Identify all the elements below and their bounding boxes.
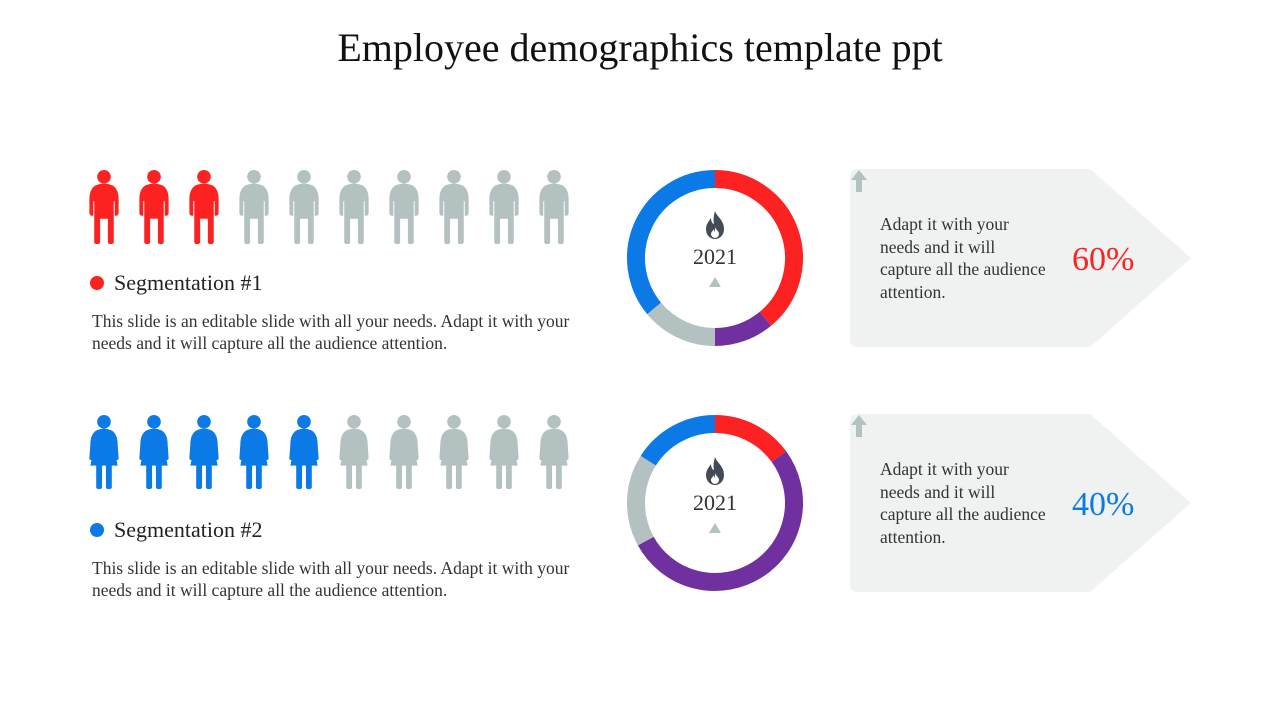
triangle-up-icon bbox=[709, 277, 721, 287]
female-person-icon bbox=[439, 414, 469, 490]
female-person-icon bbox=[489, 414, 519, 490]
slide-title: Employee demographics template ppt bbox=[337, 25, 943, 70]
people-row-2 bbox=[86, 413, 572, 491]
female-person-icon bbox=[139, 414, 169, 490]
donut-slice-gray bbox=[647, 302, 716, 346]
bullet-dot bbox=[90, 276, 104, 290]
arrow-up-icon bbox=[851, 170, 867, 192]
ring-center-1: 2021 bbox=[625, 210, 805, 292]
year-label: 2021 bbox=[693, 490, 737, 515]
female-person-icon bbox=[339, 414, 369, 490]
female-person-icon bbox=[389, 414, 419, 490]
male-person-icon bbox=[139, 169, 169, 245]
female-person-icon bbox=[289, 414, 319, 490]
segment-label: Segmentation #1 bbox=[114, 270, 263, 295]
male-person-icon bbox=[189, 169, 219, 245]
female-person-icon bbox=[539, 414, 569, 490]
male-person-icon bbox=[389, 169, 419, 245]
info-card-2: Adapt it with your needs and it will cap… bbox=[850, 414, 1192, 592]
card-text: Adapt it with your needs and it will cap… bbox=[880, 459, 1046, 547]
percent-value: 60% bbox=[1072, 241, 1135, 278]
bullet-dot bbox=[90, 523, 104, 537]
arrow-up-icon bbox=[851, 415, 867, 437]
segment-heading-1: Segmentation #1 bbox=[90, 270, 262, 296]
ring-center-2: 2021 bbox=[625, 456, 805, 538]
male-person-icon bbox=[339, 169, 369, 245]
donut-slice-red bbox=[714, 415, 787, 463]
people-row-1 bbox=[86, 168, 572, 246]
male-person-icon bbox=[439, 169, 469, 245]
triangle-up-icon bbox=[709, 523, 721, 533]
info-card-1: Adapt it with your needs and it will cap… bbox=[850, 169, 1192, 347]
female-person-icon bbox=[89, 414, 119, 490]
female-person-icon bbox=[189, 414, 219, 490]
donut-slice-purple bbox=[714, 311, 772, 346]
percent-value: 40% bbox=[1072, 486, 1135, 523]
segment-heading-2: Segmentation #2 bbox=[90, 517, 262, 543]
segment-description-1: This slide is an editable slide with all… bbox=[92, 311, 570, 353]
segment-description-2: This slide is an editable slide with all… bbox=[92, 558, 570, 600]
male-person-icon bbox=[89, 169, 119, 245]
year-label: 2021 bbox=[693, 244, 737, 269]
fire-icon bbox=[706, 457, 724, 485]
male-person-icon bbox=[489, 169, 519, 245]
card-text: Adapt it with your needs and it will cap… bbox=[880, 214, 1046, 302]
male-person-icon bbox=[289, 169, 319, 245]
male-person-icon bbox=[239, 169, 269, 245]
fire-icon bbox=[706, 211, 724, 239]
segment-label: Segmentation #2 bbox=[114, 517, 263, 542]
female-person-icon bbox=[239, 414, 269, 490]
male-person-icon bbox=[539, 169, 569, 245]
